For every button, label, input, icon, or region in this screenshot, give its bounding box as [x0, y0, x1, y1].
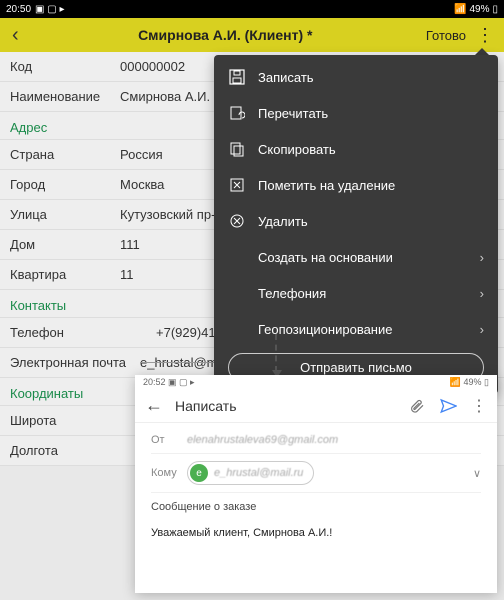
to-label: Кому [151, 467, 187, 479]
menu-geo-label: Геопозиционирование [258, 322, 468, 337]
avatar: e [190, 464, 208, 482]
done-button[interactable]: Готово [426, 28, 472, 43]
country-value: Россия [120, 147, 163, 162]
house-label: Дом [10, 237, 120, 252]
street-label: Улица [10, 207, 120, 222]
lat-label: Широта [10, 413, 120, 428]
chevron-right-icon: › [480, 250, 484, 265]
compose-status-battery: 49% [464, 377, 482, 387]
menu-reread-label: Перечитать [258, 106, 484, 121]
status-signal-icon: 📶 [454, 4, 466, 15]
page-title: Смирнова А.И. (Клиент) * [25, 27, 426, 43]
menu-telephony[interactable]: Телефония › [214, 275, 498, 311]
compose-title: Написать [175, 398, 409, 414]
save-icon [228, 68, 246, 86]
status-battery: 49% [469, 4, 489, 15]
mark-delete-icon [228, 176, 246, 194]
expand-recipients-icon[interactable]: ∨ [473, 467, 481, 480]
compose-back-button[interactable]: ← [145, 395, 175, 416]
menu-delete[interactable]: Удалить [214, 203, 498, 239]
menu-save-label: Записать [258, 70, 484, 85]
empty-icon [228, 284, 246, 302]
email-label: Электронная почта [10, 355, 140, 370]
compose-subject[interactable]: Сообщение о заказе [151, 493, 481, 517]
recipient-value: e_hrustal@mail.ru [214, 467, 303, 479]
more-menu-button[interactable]: ⋮ [472, 25, 498, 46]
delete-icon [228, 212, 246, 230]
menu-create-based-label: Создать на основании [258, 250, 468, 265]
compose-to-row[interactable]: Кому e e_hrustal@mail.ru ∨ [151, 454, 481, 493]
status-icon: ▣ ▢ ▸ [35, 4, 64, 15]
annotation-arrow [275, 334, 277, 372]
app-header: ‹ Смирнова А.И. (Клиент) * Готово ⋮ [0, 18, 504, 52]
street-value: Кутузовский пр-т [120, 207, 221, 222]
menu-create-based[interactable]: Создать на основании › [214, 239, 498, 275]
phone-label: Телефон [10, 325, 120, 340]
code-label: Код [10, 59, 120, 74]
house-value: 111 [120, 237, 140, 252]
compose-status-bar: 20:52 ▣ ▢ ▸ 📶 49% ▯ [135, 375, 497, 389]
menu-mark-delete-label: Пометить на удаление [258, 178, 484, 193]
empty-icon [228, 320, 246, 338]
chevron-right-icon: › [480, 286, 484, 301]
attach-icon[interactable] [409, 398, 425, 414]
menu-copy[interactable]: Скопировать [214, 131, 498, 167]
menu-reread[interactable]: Перечитать [214, 95, 498, 131]
compose-status-time: 20:52 [143, 377, 166, 387]
country-label: Страна [10, 147, 120, 162]
menu-delete-label: Удалить [258, 214, 484, 229]
code-value: 000000002 [120, 59, 185, 74]
menu-geo[interactable]: Геопозиционирование › [214, 311, 498, 347]
menu-send-mail-label: Отправить письмо [300, 360, 412, 375]
menu-mark-delete[interactable]: Пометить на удаление [214, 167, 498, 203]
context-menu: Записать Перечитать Скопировать Пометить… [214, 55, 498, 394]
compose-content[interactable]: Уважаемый клиент, Смирнова А.И.! [151, 517, 481, 549]
copy-icon [228, 140, 246, 158]
city-label: Город [10, 177, 120, 192]
menu-telephony-label: Телефония [258, 286, 468, 301]
apt-label: Квартира [10, 267, 120, 282]
compose-header: ← Написать ⋮ [135, 389, 497, 423]
send-icon[interactable] [439, 397, 457, 415]
from-label: От [151, 434, 187, 446]
chevron-right-icon: › [480, 322, 484, 337]
menu-copy-label: Скопировать [258, 142, 484, 157]
name-value: Смирнова А.И. [120, 89, 210, 104]
menu-save[interactable]: Записать [214, 59, 498, 95]
compose-from-row[interactable]: От elenahrustaleva69@gmail.com [151, 427, 481, 454]
city-value: Москва [120, 177, 164, 192]
from-value: elenahrustaleva69@gmail.com [187, 434, 338, 446]
empty-icon [228, 248, 246, 266]
phone-status-bar: 20:50 ▣ ▢ ▸ 📶 49% ▯ [0, 0, 504, 18]
recipient-chip[interactable]: e e_hrustal@mail.ru [187, 461, 314, 485]
back-button[interactable]: ‹ [6, 24, 25, 47]
name-label: Наименование [10, 89, 120, 104]
lon-label: Долгота [10, 443, 120, 458]
reread-icon [228, 104, 246, 122]
battery-icon: ▯ [492, 4, 498, 15]
compose-body: От elenahrustaleva69@gmail.com Кому e e_… [135, 423, 497, 553]
status-time: 20:50 [6, 4, 31, 15]
compose-window: 20:52 ▣ ▢ ▸ 📶 49% ▯ ← Написать ⋮ От elen… [135, 375, 497, 593]
compose-more-icon[interactable]: ⋮ [471, 396, 487, 416]
apt-value: 11 [120, 267, 134, 282]
